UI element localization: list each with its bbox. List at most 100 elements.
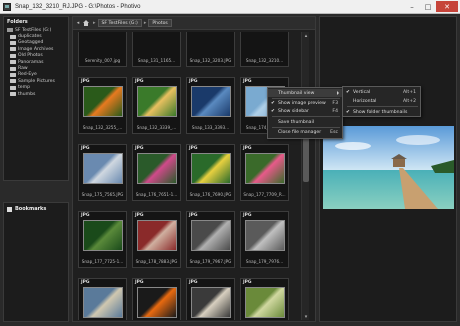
breadcrumb-folder[interactable]: Photos xyxy=(148,19,172,27)
breadcrumb-drive[interactable]: SF TestFiles (G:) xyxy=(97,19,142,27)
thumbnail-filename: Snap_131_1165... xyxy=(137,58,176,63)
context-menu-item[interactable]: Close file manager Esc xyxy=(268,128,342,136)
menu-shortcut: Esc xyxy=(330,129,338,135)
thumbnail-image xyxy=(245,220,285,251)
bookmarks-header[interactable]: Bookmarks xyxy=(4,203,68,215)
thumbnail-item[interactable]: JPG Snap_176_7651-1... xyxy=(132,144,181,201)
thumbnail-item[interactable]: JPGSnap_179_7892_... xyxy=(78,278,127,320)
scroll-down-icon[interactable]: ▾ xyxy=(302,313,310,320)
context-menu-item[interactable]: Save thumbnail xyxy=(268,118,342,126)
folder-icon xyxy=(10,79,16,84)
thumbnail-image xyxy=(83,153,123,184)
file-format-label: JPG xyxy=(135,146,144,151)
menu-item-label: Vertical xyxy=(353,89,371,95)
file-format-label: JPG xyxy=(81,213,90,218)
sidebar: Folders SF TestFiles (G:) duplicates Geota… xyxy=(3,16,69,322)
menu-shortcut: Alt+2 xyxy=(403,98,416,104)
context-menu-item[interactable]: Thumbnail view xyxy=(268,89,342,97)
app-icon xyxy=(3,2,11,11)
context-menu-item[interactable]: ✔ Show image preview F3 xyxy=(268,99,342,107)
window-controls: – □ ✕ xyxy=(404,1,458,12)
image-preview-pane xyxy=(319,16,457,322)
thumbnail-filename: Snap_176_7690.JPG xyxy=(189,192,232,197)
folder-icon xyxy=(10,60,16,65)
thumbnail-item[interactable]: JPG Snap_176_7690.JPG xyxy=(186,144,235,201)
thumbnail-filename: Snap_179_7967.JPG xyxy=(189,259,232,264)
menu-separator xyxy=(272,116,340,117)
check-icon: ✔ xyxy=(346,109,350,115)
folder-tree: SF TestFiles (G:) duplicates Geotagged Imag… xyxy=(4,27,68,97)
thumbnail-item[interactable]: JPG Snap_132_3339_... xyxy=(132,77,181,134)
home-icon[interactable] xyxy=(83,20,89,26)
thumbnail-item[interactable]: Snap_132_3210... xyxy=(240,32,289,67)
thumbnail-filename: Snap_176_7651-1... xyxy=(135,192,178,197)
file-format-label: JPG xyxy=(189,280,198,285)
menu-item-label: Show sidebar xyxy=(278,108,309,114)
folder-icon xyxy=(10,85,16,90)
folder-tree-label: Panoramas xyxy=(18,59,44,65)
menu-item-label: Show folder thumbnails xyxy=(353,109,408,115)
folder-tree-label: thumbs xyxy=(18,91,36,97)
minimize-icon[interactable]: – xyxy=(404,1,420,12)
thumbnail-filename: Snap_132_3203.JPG xyxy=(189,58,232,63)
context-menu-item[interactable]: ✔ Show sidebar F4 xyxy=(268,107,342,115)
thumbnail-item[interactable]: JPG Snap_177_7709_R... xyxy=(240,144,289,201)
submenu-item[interactable]: ✔ Show folder thumbnails xyxy=(343,108,420,116)
thumbnail-item[interactable]: JPGSnap_181_8150.JPG xyxy=(240,278,289,320)
maximize-icon[interactable]: □ xyxy=(420,1,436,12)
folder-tree-label: Red-Eye xyxy=(18,72,37,78)
thumbnail-item[interactable]: JPGSnap_180_8073.JPG xyxy=(186,278,235,320)
thumbnail-item[interactable]: Serenity_007.jpg xyxy=(78,32,127,67)
folder-tree-label: Image Archives xyxy=(18,46,54,52)
scroll-up-icon[interactable]: ▴ xyxy=(302,32,310,39)
menu-item-label: Horizontal xyxy=(353,98,377,104)
bookmarks-panel: Bookmarks xyxy=(3,202,69,322)
submenu-item[interactable]: ✔ Vertical Alt+1 xyxy=(343,88,420,96)
menu-item-label: Show image preview xyxy=(278,100,326,106)
thumbnail-filename: Serenity_007.jpg xyxy=(84,58,121,63)
folder-icon xyxy=(10,72,16,77)
thumbnail-item[interactable]: JPG Snap_179_7967.JPG xyxy=(186,211,235,268)
thumbnail-item[interactable]: JPG Snap_177_7725-1... xyxy=(78,211,127,268)
thumbnail-item[interactable]: JPGSnap_180_8042.JPG xyxy=(132,278,181,320)
file-format-label: JPG xyxy=(135,213,144,218)
breadcrumb-separator-icon: ▸ xyxy=(93,20,96,26)
folder-icon xyxy=(10,40,16,45)
thumbnail-item[interactable]: Snap_131_1165... xyxy=(132,32,181,67)
check-icon: ✔ xyxy=(346,89,350,95)
title-bar: Snap_132_3210_RJ.JPG - G:\Photos - Photi… xyxy=(0,0,460,14)
file-format-label: JPG xyxy=(135,79,144,84)
thumbnail-image xyxy=(83,287,123,318)
thumbnail-item[interactable]: JPG Snap_133_3393... xyxy=(186,77,235,134)
thumbnail-item[interactable]: JPG Snap_175_7565.JPG xyxy=(78,144,127,201)
thumbnail-filename: Snap_132_3255_... xyxy=(82,125,123,130)
thumbnail-item[interactable]: JPG Snap_178_7883.JPG xyxy=(132,211,181,268)
folder-icon xyxy=(10,66,16,71)
folder-icon xyxy=(10,34,16,39)
folder-tree-item[interactable]: thumbs xyxy=(4,91,68,97)
menu-separator xyxy=(347,106,418,107)
thumbnail-item[interactable]: Snap_132_3203.JPG xyxy=(186,32,235,67)
check-icon: ✔ xyxy=(271,100,275,106)
thumbnail-image xyxy=(191,86,231,117)
thumbnail-scrollbar[interactable]: ▴ ▾ xyxy=(301,32,309,320)
submenu-item[interactable]: Horizontal Alt+2 xyxy=(343,97,420,105)
back-icon[interactable]: ◂ xyxy=(75,19,81,27)
menu-shortcut: Alt+1 xyxy=(403,89,416,95)
drive-icon xyxy=(7,28,13,33)
menu-shortcut: F4 xyxy=(332,108,338,114)
folder-tree-label: duplicates xyxy=(18,34,42,40)
check-icon: ✔ xyxy=(271,108,275,114)
file-format-label: JPG xyxy=(135,280,144,285)
thumbnail-image xyxy=(191,287,231,318)
thumbnail-item[interactable]: JPG Snap_179_7976... xyxy=(240,211,289,268)
thumbnail-filename: Snap_177_7709_R... xyxy=(243,192,286,197)
thumbnail-image xyxy=(245,153,285,184)
sidebar-splitter[interactable] xyxy=(3,182,69,200)
folder-tree-label: temp xyxy=(18,85,31,91)
thumbnail-browser: ◂ ▸ SF TestFiles (G:) ▸ Photos Serenity_… xyxy=(72,16,316,322)
thumbnail-image xyxy=(137,86,177,117)
thumbnail-item[interactable]: JPG Snap_132_3255_... xyxy=(78,77,127,134)
thumbnail-image xyxy=(245,287,285,318)
close-icon[interactable]: ✕ xyxy=(436,1,458,12)
